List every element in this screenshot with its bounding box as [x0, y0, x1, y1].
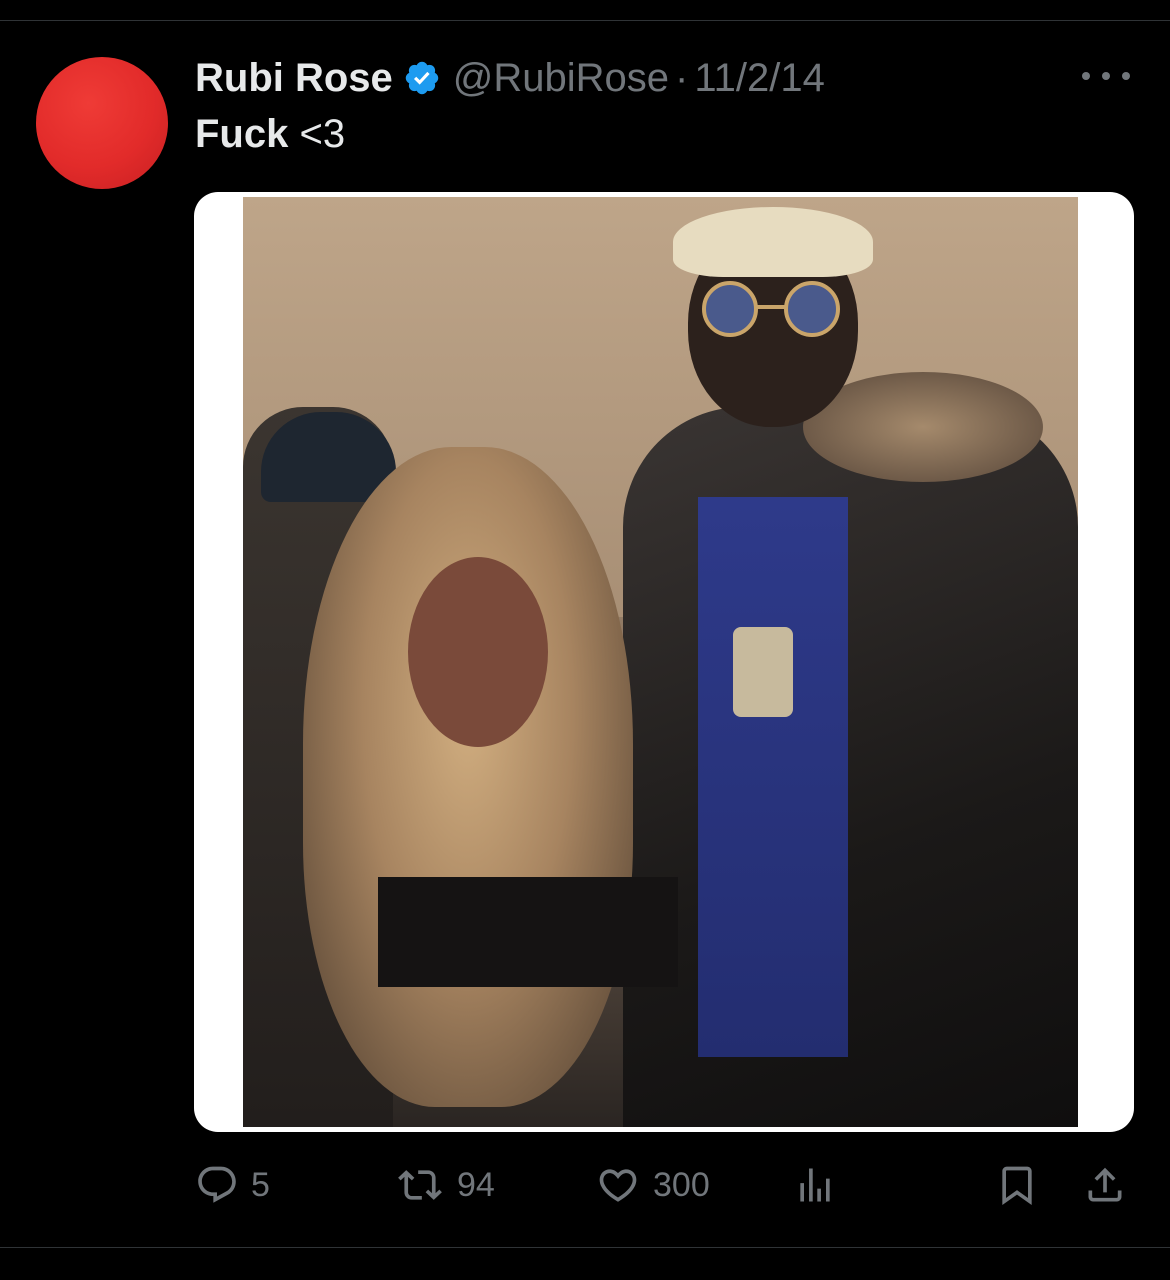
like-count: 300 [653, 1165, 710, 1204]
reply-icon [198, 1166, 236, 1203]
bookmark-icon [1002, 1166, 1032, 1206]
bottom-divider [0, 1247, 1170, 1248]
share-icon [1088, 1167, 1122, 1202]
tweet-photo [243, 197, 1078, 1127]
avatar[interactable] [36, 57, 168, 189]
tweet-text-rest: <3 [288, 112, 346, 156]
tweet-text: Fuck <3 [195, 112, 345, 157]
tweet-date[interactable]: 11/2/14 [694, 56, 825, 101]
more-options-icon[interactable] [1082, 60, 1130, 92]
tweet-text-bold: Fuck [195, 112, 289, 156]
author-handle[interactable]: @RubiRose [453, 56, 669, 101]
retweet-count: 94 [457, 1165, 495, 1204]
author-name[interactable]: Rubi Rose [195, 56, 393, 101]
retweet-button[interactable]: 94 [395, 1155, 495, 1215]
share-button[interactable] [1083, 1155, 1127, 1215]
like-button[interactable]: 300 [595, 1155, 710, 1215]
separator-dot: · [675, 55, 689, 100]
bar-chart-icon [800, 1168, 830, 1202]
heart-icon [599, 1169, 637, 1202]
retweet-icon [398, 1170, 442, 1200]
tweet-actions: 5 94 300 [195, 1155, 1135, 1215]
views-button[interactable] [793, 1155, 837, 1215]
tweet-header: Rubi Rose @RubiRose · 11/2/14 [195, 52, 825, 104]
verified-badge-icon [403, 59, 441, 97]
top-divider [0, 20, 1170, 21]
reply-count: 5 [251, 1165, 270, 1204]
reply-button[interactable]: 5 [195, 1155, 270, 1215]
bookmark-button[interactable] [995, 1155, 1039, 1215]
tweet-media[interactable] [194, 192, 1134, 1132]
